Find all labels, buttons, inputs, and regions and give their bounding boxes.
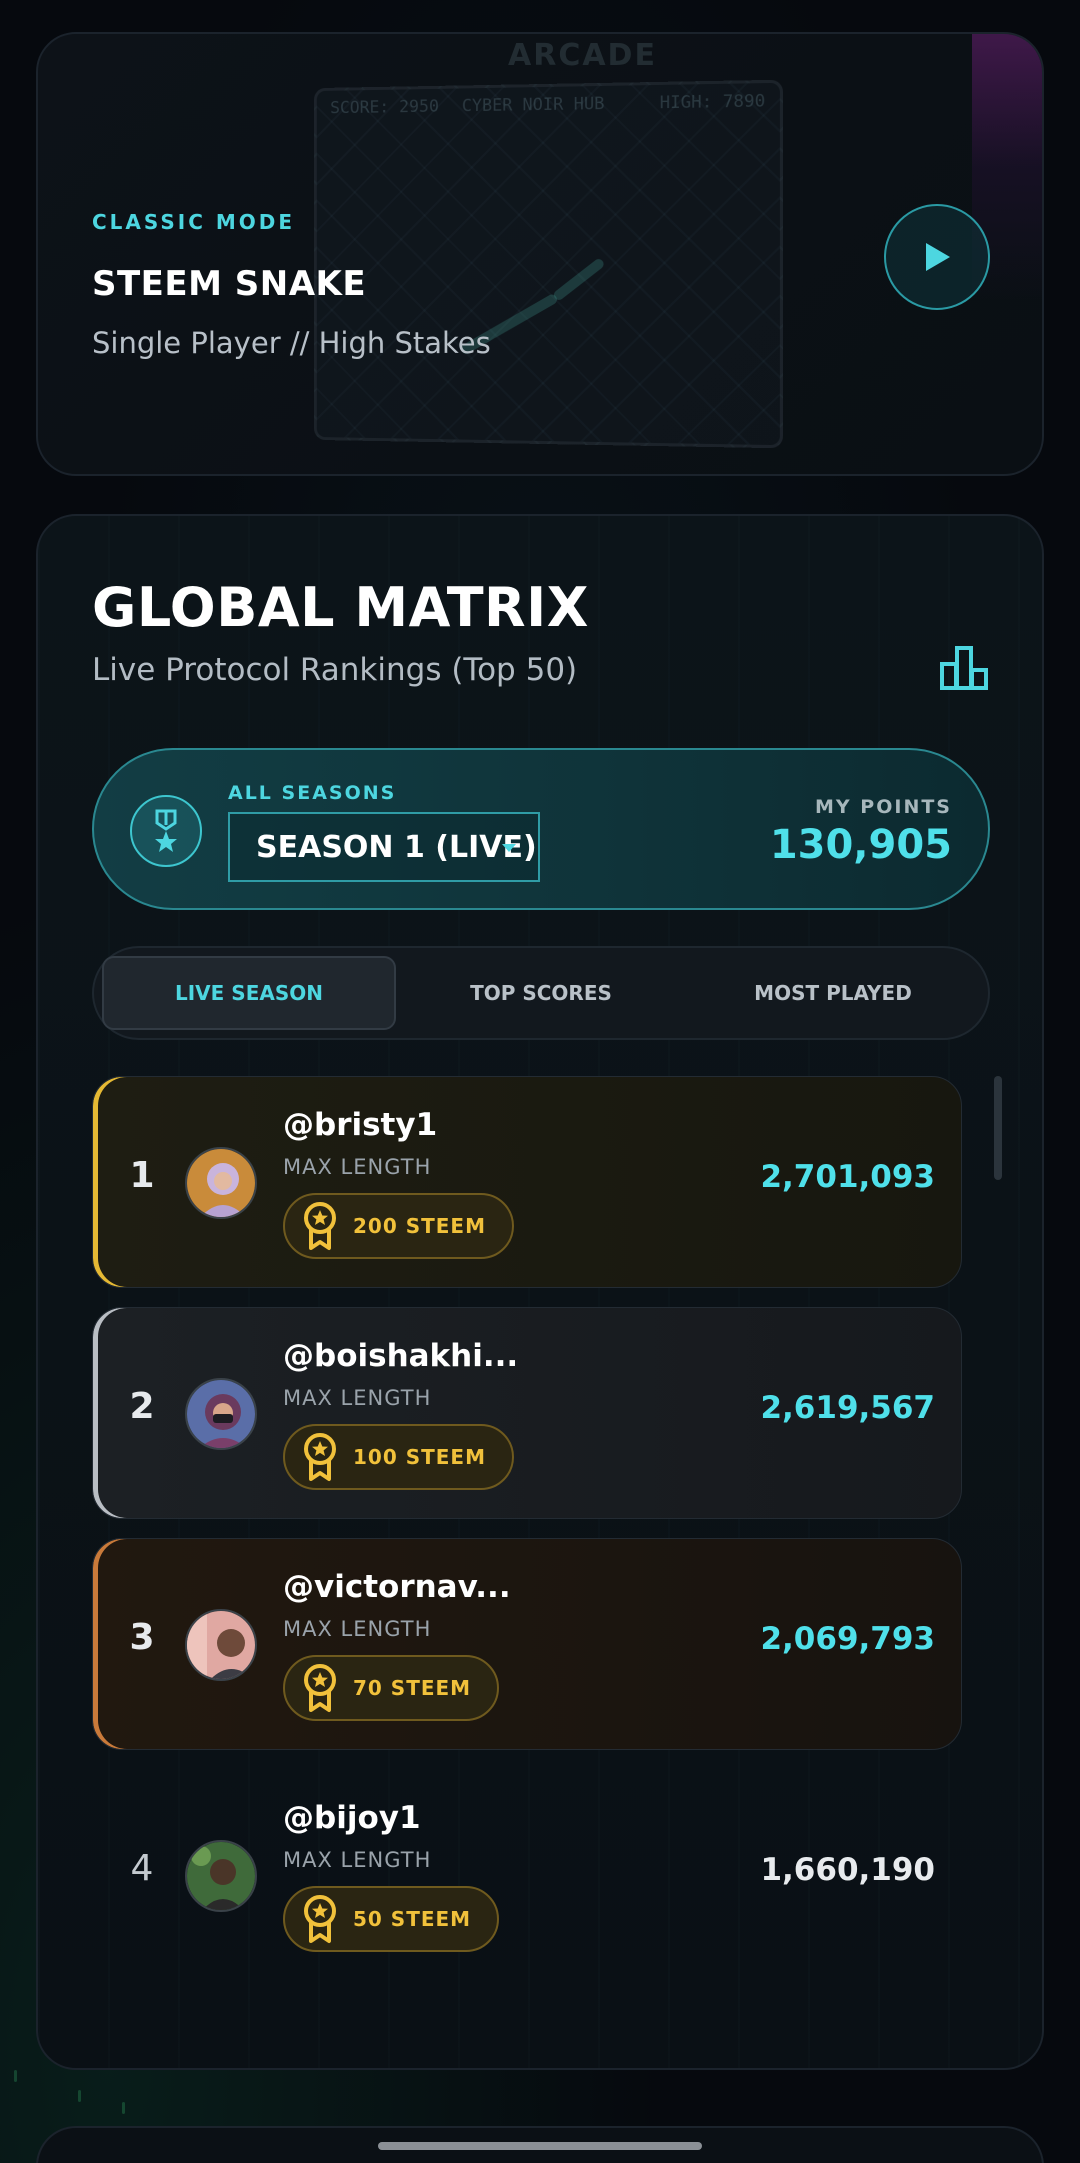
award-icon (304, 1895, 336, 1943)
award-icon (304, 1202, 336, 1250)
game-mode-label: CLASSIC MODE (92, 210, 296, 234)
game-subtitle: Single Player // High Stakes (92, 326, 491, 360)
metric-label: MAX LENGTH (283, 1617, 432, 1641)
play-icon (926, 243, 950, 271)
game-card[interactable]: SCORE: 2950 CYBER NOIR HUB HIGH: 7890 AR… (36, 32, 1044, 476)
medal-icon (155, 809, 177, 852)
ranking-row[interactable]: 3 @victornav... MAX LENGTH 70 STEEM 2,06… (92, 1538, 962, 1750)
background-dot (78, 2090, 81, 2102)
metric-label: MAX LENGTH (283, 1155, 432, 1179)
avatar-image (187, 1149, 255, 1217)
podium-icon[interactable] (940, 644, 988, 692)
tab-most-played[interactable]: MOST PLAYED (686, 956, 980, 1030)
caret-down-icon (502, 844, 516, 852)
arcade-screen-art: SCORE: 2950 CYBER NOIR HUB HIGH: 7890 (313, 79, 784, 449)
avatar[interactable] (185, 1147, 257, 1219)
arcade-logo: ARCADE (508, 38, 657, 73)
award-icon (304, 1433, 336, 1481)
leaderboard-card: GLOBAL MATRIX Live Protocol Rankings (To… (36, 514, 1044, 2070)
prize-amount: 50 STEEM (353, 1907, 472, 1931)
username[interactable]: @boishakhi... (283, 1338, 518, 1374)
avatar[interactable] (185, 1378, 257, 1450)
username[interactable]: @bristy1 (283, 1107, 437, 1143)
game-title: STEEM SNAKE (92, 264, 367, 304)
prize-badge: 200 STEEM (283, 1193, 514, 1259)
metric-label: MAX LENGTH (283, 1386, 432, 1410)
prize-badge: 100 STEEM (283, 1424, 514, 1490)
score-value: 2,069,793 (760, 1621, 935, 1657)
background-dot (122, 2102, 125, 2114)
scrollbar[interactable] (994, 1076, 1002, 1180)
rank-number: 4 (130, 1848, 154, 1889)
score-value: 1,660,190 (760, 1852, 935, 1888)
hud-title: CYBER NOIR HUB (461, 93, 605, 117)
metric-label: MAX LENGTH (283, 1848, 432, 1872)
my-points-value: 130,905 (769, 822, 952, 868)
avatar[interactable] (185, 1609, 257, 1681)
play-button[interactable] (884, 204, 990, 310)
prize-amount: 70 STEEM (353, 1676, 472, 1700)
avatar-image (187, 1611, 255, 1679)
season-dropdown[interactable]: SEASON 1 (LIVE) (228, 812, 540, 882)
leaderboard-title: GLOBAL MATRIX (92, 576, 589, 639)
hud-score: SCORE: 2950 (330, 96, 439, 119)
username[interactable]: @victornav... (283, 1569, 511, 1605)
award-icon (304, 1664, 336, 1712)
season-badge (130, 795, 202, 867)
prize-badge: 70 STEEM (283, 1655, 500, 1721)
score-value: 2,619,567 (760, 1390, 935, 1426)
username[interactable]: @bijoy1 (283, 1800, 421, 1836)
avatar-image (187, 1842, 255, 1910)
avatar[interactable] (185, 1840, 257, 1912)
ranking-row[interactable]: 1 @bristy1 MAX LENGTH 200 STEEM 2,701,09… (92, 1076, 962, 1288)
ranking-row[interactable]: 2 @boishakhi... MAX LENGTH 100 STEEM 2,6… (92, 1307, 962, 1519)
snake-segment (551, 257, 606, 302)
hud-high: HIGH: 7890 (659, 91, 766, 114)
season-label: ALL SEASONS (228, 782, 397, 804)
prize-amount: 100 STEEM (353, 1445, 486, 1469)
rank-number: 1 (129, 1155, 155, 1196)
season-selector-bar: ALL SEASONS SEASON 1 (LIVE) MY POINTS 13… (92, 748, 990, 910)
ranking-tabs: LIVE SEASON TOP SCORES MOST PLAYED (92, 946, 990, 1040)
my-points-label: MY POINTS (815, 796, 952, 818)
rank-number: 3 (129, 1617, 155, 1658)
background-dot (14, 2070, 17, 2082)
score-value: 2,701,093 (760, 1159, 935, 1195)
season-dropdown-value: SEASON 1 (LIVE) (256, 829, 537, 865)
leaderboard-subtitle: Live Protocol Rankings (Top 50) (92, 652, 578, 688)
prize-amount: 200 STEEM (353, 1214, 486, 1238)
prize-badge: 50 STEEM (283, 1886, 500, 1952)
tab-top-scores[interactable]: TOP SCORES (394, 956, 688, 1030)
tab-live-season[interactable]: LIVE SEASON (102, 956, 396, 1030)
rank-number: 2 (129, 1386, 155, 1427)
home-indicator[interactable] (378, 2142, 702, 2150)
ranking-row[interactable]: 4 @bijoy1 MAX LENGTH 50 STEEM 1,660,190 (92, 1769, 962, 1981)
avatar-image (187, 1380, 255, 1448)
